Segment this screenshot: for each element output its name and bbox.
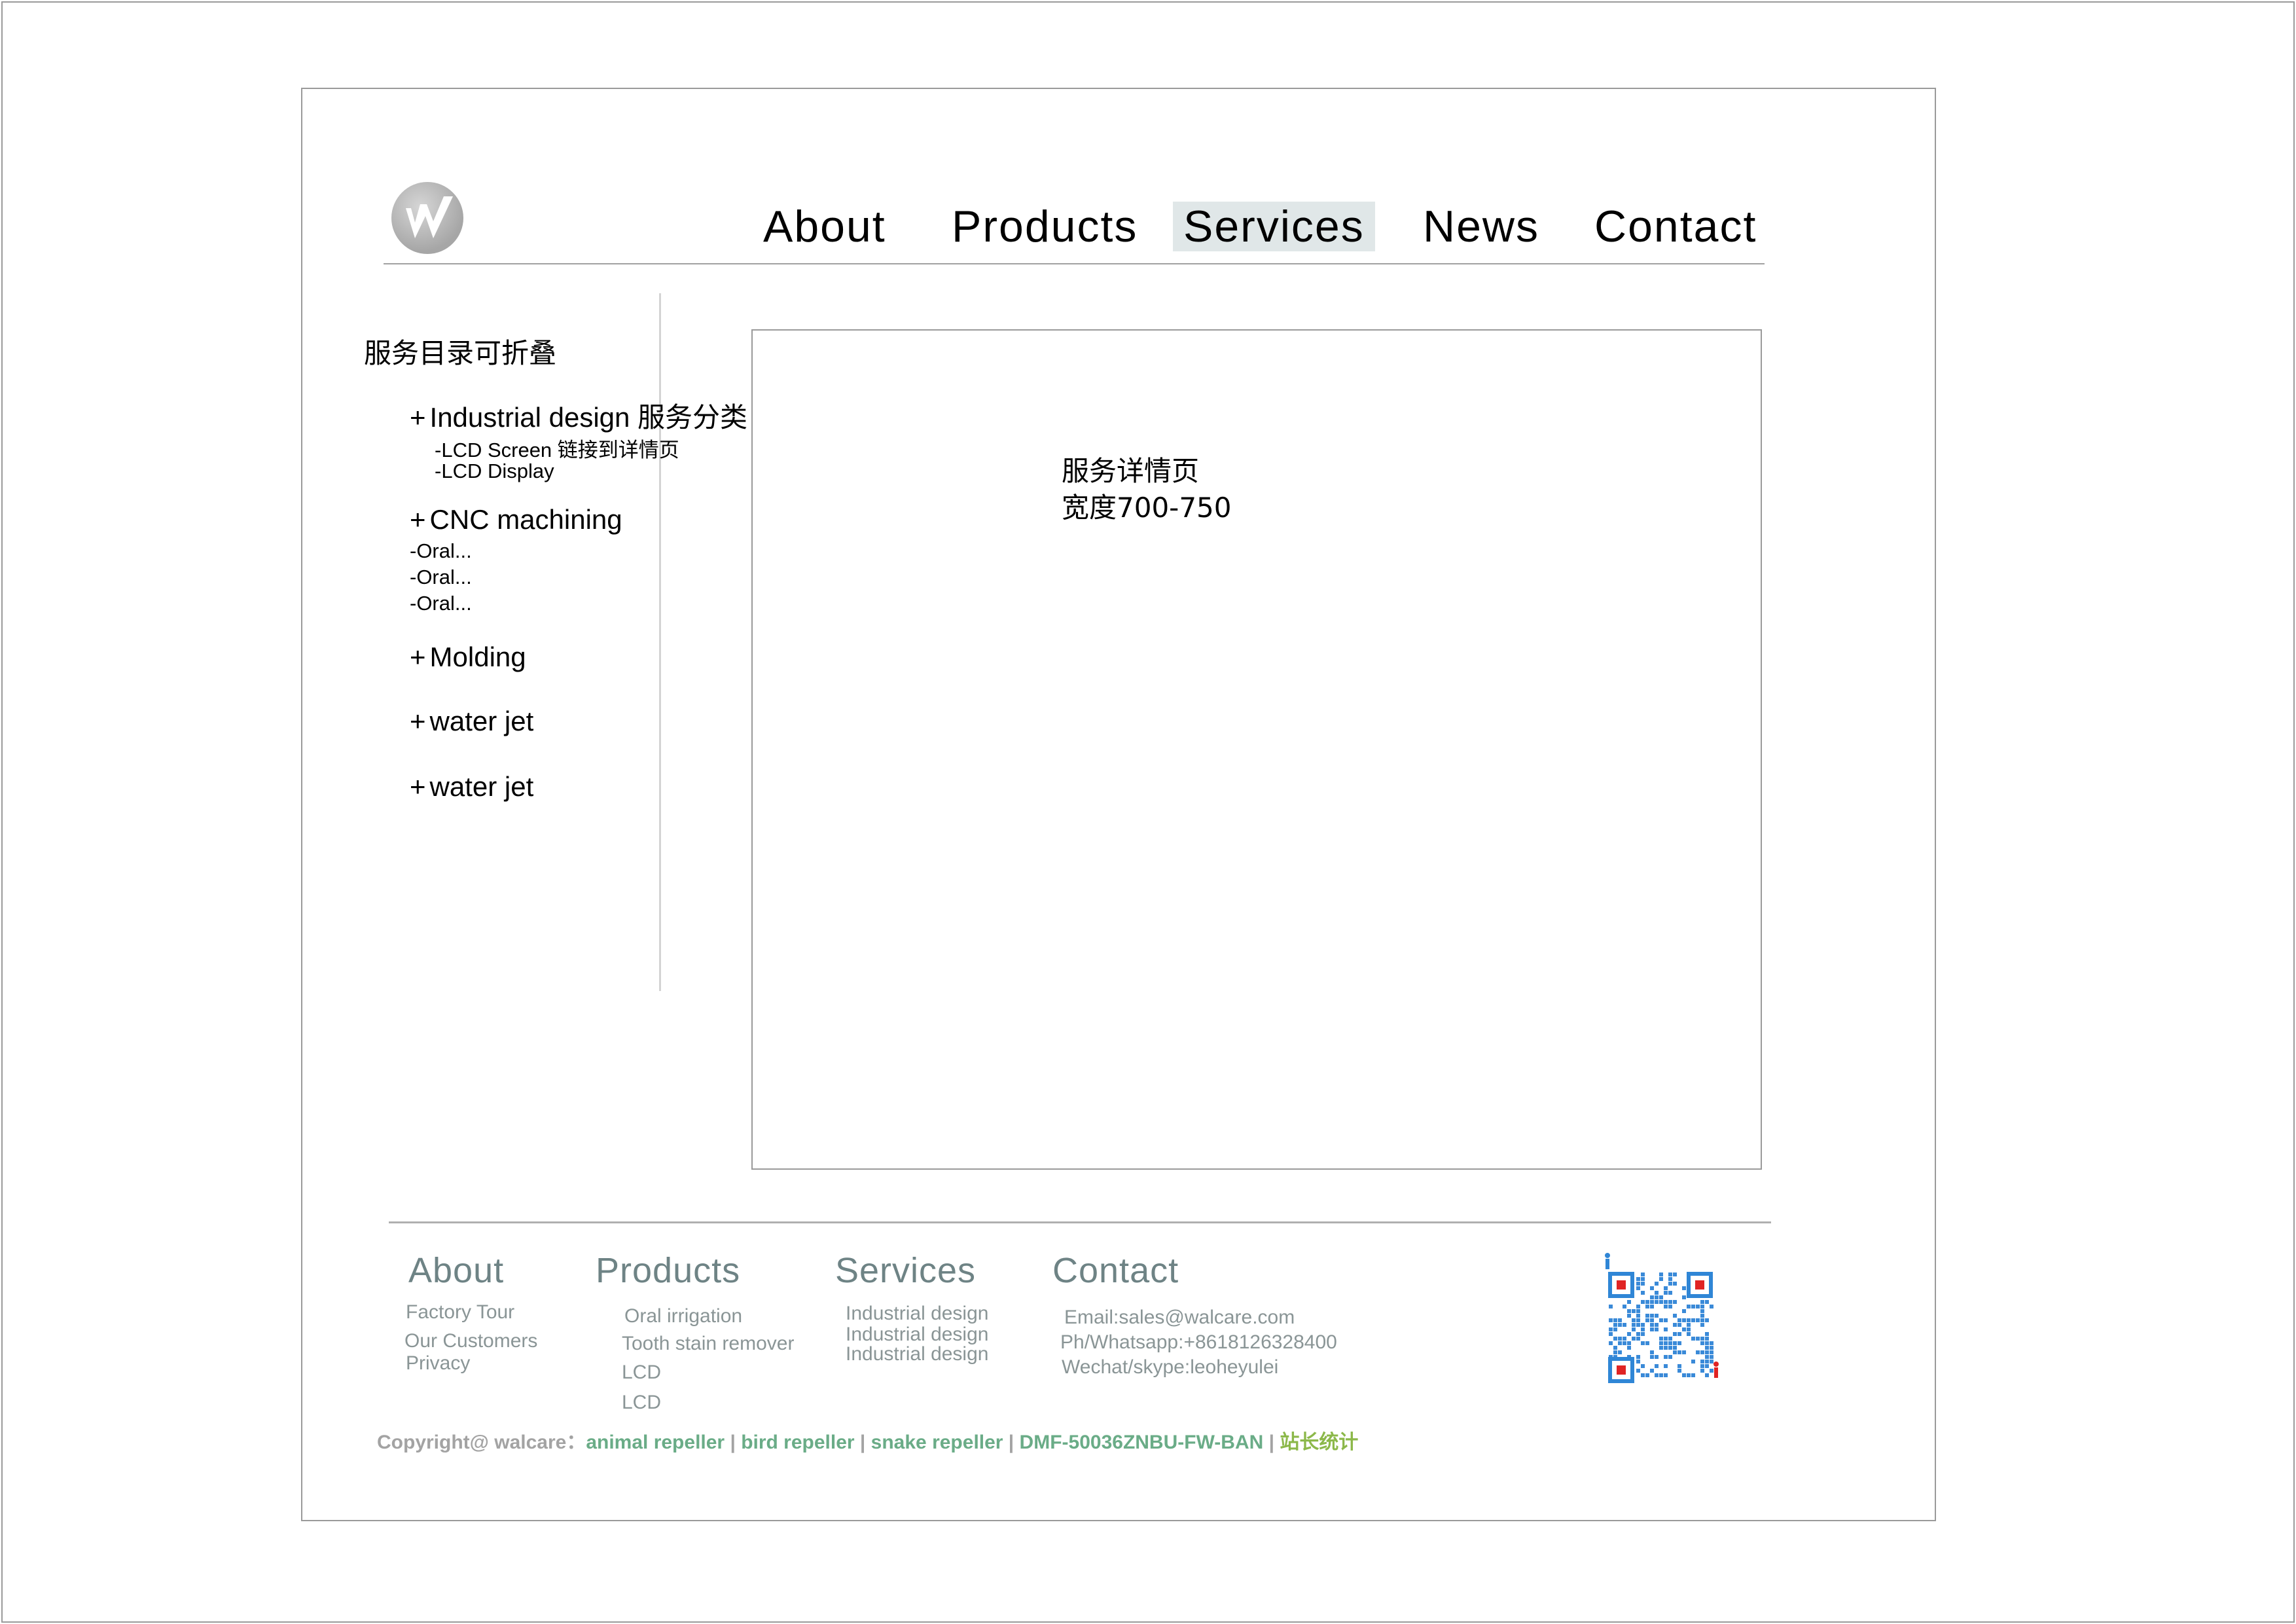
separator: | [1263,1432,1280,1453]
category-cnc-machining[interactable]: + CNC machining [410,504,622,535]
copyright-bar: Copyright@ walcare：animal repeller | bir… [377,1426,1358,1454]
category-label: Industrial design 服务分类 [429,402,748,433]
footer-heading-contact[interactable]: Contact [1052,1250,1179,1291]
footer-link[interactable]: Factory Tour [406,1301,514,1324]
footer-link[interactable]: Industrial design [846,1324,988,1346]
footer-link[interactable]: LCD [622,1392,661,1414]
footer-link[interactable]: Industrial design [846,1343,988,1365]
category-water-jet[interactable]: + water jet [410,706,533,737]
subitem-lcd-screen[interactable]: -LCD Screen 链接到详情页 [435,433,679,463]
footer-heading-products[interactable]: Products [596,1250,740,1291]
expand-icon[interactable]: + [410,504,426,535]
note-line: 宽度700-750 [1062,492,1232,524]
footer-link-animal-repeller[interactable]: animal repeller [586,1432,725,1453]
sidebar-title: 服务目录可折叠 [364,337,557,369]
category-industrial-design[interactable]: + Industrial design 服务分类 [410,395,747,435]
nav-news[interactable]: News [1423,202,1539,251]
footer-phone: Ph/Whatsapp:+8618126328400 [1060,1331,1337,1353]
separator: | [1003,1432,1020,1453]
footer-link-model[interactable]: DMF-50036ZNBU-FW-BAN [1020,1432,1264,1453]
copyright-text: Copyright@ walcare： [377,1432,586,1453]
subitem-lcd-display[interactable]: -LCD Display [435,460,554,483]
category-molding[interactable]: + Molding [410,641,526,673]
subitem-oral[interactable]: -Oral... [410,539,472,563]
footer-link[interactable]: Our Customers [404,1330,537,1352]
footer-heading-services[interactable]: Services [835,1250,976,1291]
footer-wechat: Wechat/skype:leoheyulei [1062,1356,1279,1378]
footer-link[interactable]: LCD [622,1362,661,1384]
header-divider [384,263,1765,264]
person-icon [1605,1253,1610,1269]
site-stats-link[interactable]: 站长统计 [1280,1432,1358,1453]
footer-link[interactable]: Industrial design [846,1303,988,1325]
person-icon [1713,1362,1719,1378]
footer-link-snake-repeller[interactable]: snake repeller [871,1432,1003,1453]
service-detail-note: 服务详情页 宽度700-750 [1062,453,1232,526]
nav-products[interactable]: Products [952,202,1138,251]
category-water-jet[interactable]: + water jet [410,771,533,803]
footer-link[interactable]: Oral irrigation [624,1305,742,1327]
nav-contact[interactable]: Contact [1594,202,1757,251]
category-label: Molding [429,641,526,672]
expand-icon[interactable]: + [410,402,426,433]
subitem-oral[interactable]: -Oral... [410,592,472,615]
nav-services[interactable]: Services [1173,202,1375,251]
category-label: CNC machining [429,504,622,535]
expand-icon[interactable]: + [410,706,426,736]
footer-heading-about[interactable]: About [408,1250,504,1291]
nav-about[interactable]: About [763,202,886,251]
category-label: water jet [429,771,534,802]
qr-code [1597,1252,1721,1389]
service-detail-panel [751,329,1762,1170]
footer-divider [389,1221,1771,1223]
footer-link-bird-repeller[interactable]: bird repeller [741,1432,854,1453]
separator: | [725,1432,742,1453]
logo-w-icon [406,196,453,238]
note-line: 服务详情页 [1062,455,1200,487]
expand-icon[interactable]: + [410,641,426,672]
category-label: water jet [429,706,534,736]
subitem-oral[interactable]: -Oral... [410,566,472,589]
footer-link[interactable]: Privacy [406,1352,470,1375]
footer-email[interactable]: Email:sales@walcare.com [1064,1307,1295,1329]
expand-icon[interactable]: + [410,771,426,802]
footer-link[interactable]: Tooth stain remover [622,1333,794,1355]
separator: | [854,1432,871,1453]
logo[interactable] [391,182,463,254]
